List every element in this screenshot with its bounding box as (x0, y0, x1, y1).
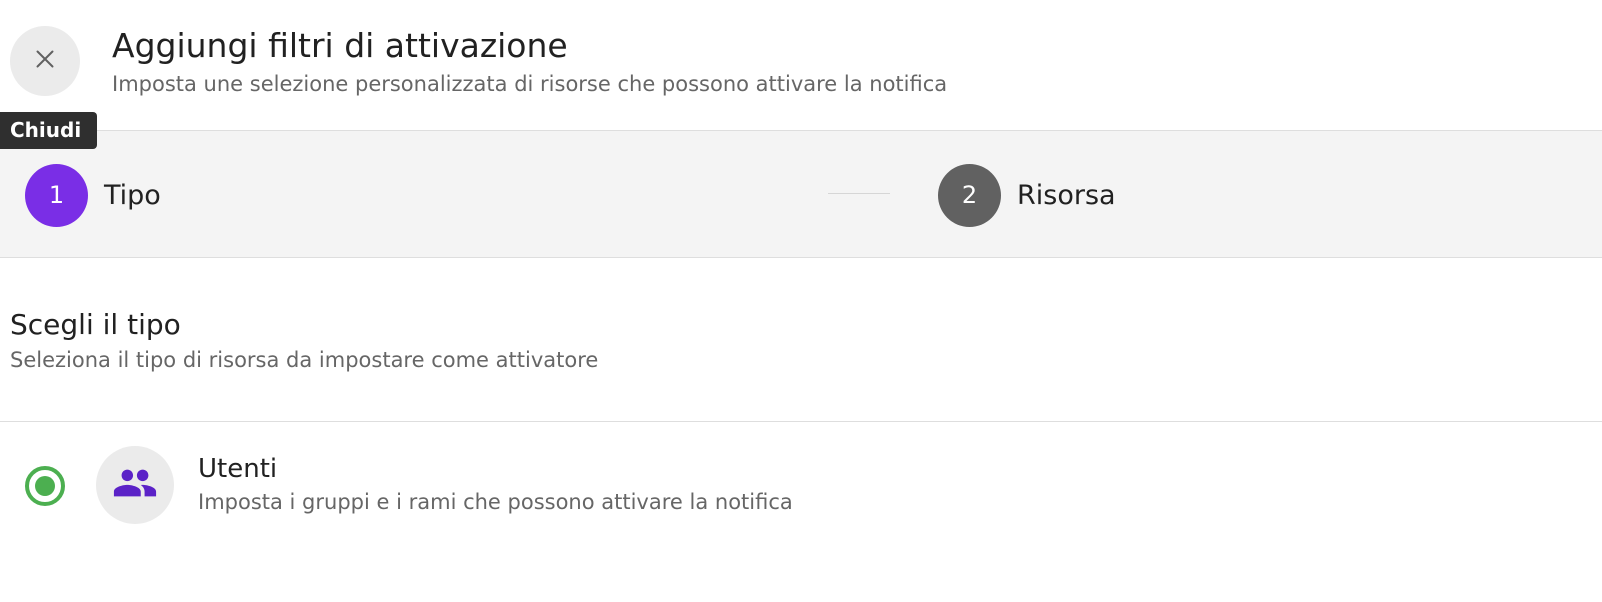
dialog-subtitle: Imposta une selezione personalizzata di … (112, 72, 948, 96)
option-title: Utenti (198, 454, 278, 484)
dialog-title: Aggiungi filtri di attivazione (112, 26, 568, 65)
users-group-icon (112, 460, 158, 510)
stepper: 1 Tipo 2 Risorsa (0, 130, 1602, 258)
step-risorsa[interactable]: 2 Risorsa (938, 163, 1116, 227)
close-button[interactable] (10, 26, 80, 96)
radio-dot (35, 476, 55, 496)
step-number-badge: 1 (25, 163, 88, 227)
step-tipo[interactable]: 1 Tipo (25, 163, 161, 227)
step-number-badge: 2 (938, 163, 1001, 227)
dialog-header: Aggiungi filtri di attivazione Imposta u… (0, 0, 1602, 130)
add-trigger-filters-dialog: Aggiungi filtri di attivazione Imposta u… (0, 0, 1602, 602)
step-connector (828, 193, 890, 194)
step-label: Tipo (104, 179, 161, 211)
radio-button-selected[interactable] (25, 466, 65, 506)
step-label: Risorsa (1017, 179, 1116, 211)
divider (0, 421, 1602, 422)
close-icon (30, 44, 60, 78)
option-icon-container (96, 446, 174, 524)
close-tooltip: Chiudi (0, 112, 98, 149)
option-utenti[interactable]: Utenti Imposta i gruppi e i rami che pos… (0, 440, 1602, 530)
section-title: Scegli il tipo (10, 308, 181, 341)
section-description: Seleziona il tipo di risorsa da impostar… (10, 348, 599, 372)
option-description: Imposta i gruppi e i rami che possono at… (198, 490, 793, 514)
